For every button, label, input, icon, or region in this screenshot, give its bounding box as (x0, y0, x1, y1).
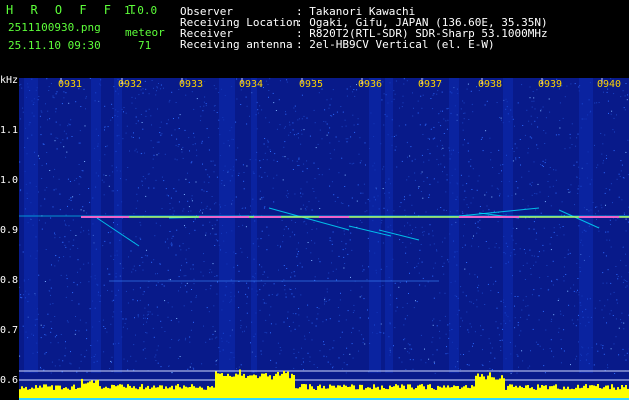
spectrogram-panel (19, 78, 629, 400)
x-tick-label: 0938 (478, 79, 503, 90)
antenna-value: : 2el-HB9CV Vertical (el. E-W) (296, 38, 495, 51)
x-tick-label: 0936 (358, 79, 383, 90)
x-tick-label: 0934 (239, 79, 264, 90)
x-tick-label: 0939 (538, 79, 563, 90)
x-tick-label: 0940 (597, 79, 622, 90)
x-tick-label: 0932 (118, 79, 143, 90)
header-panel: H R O F F T 1.0.0 2511100930.png 25.11.1… (0, 0, 629, 74)
app-brand: H R O F F T (6, 3, 141, 17)
date-time: 25.11.10 09:30 (8, 39, 101, 52)
y-tick-label: 1.0 (0, 175, 19, 186)
time-bands (24, 78, 593, 373)
meteor-label: meteor (125, 26, 165, 39)
y-tick-label: 0.7 (0, 325, 19, 336)
y-tick-label: 0.6 (0, 375, 19, 386)
file-name: 2511100930.png (8, 21, 101, 34)
antenna-label: Receiving antenna (180, 38, 293, 51)
y-axis-unit: kHz (0, 75, 19, 86)
x-tick-label: 0937 (418, 79, 443, 90)
x-tick-marks (60, 78, 603, 84)
x-tick-label: 0935 (299, 79, 324, 90)
meteor-trace (268, 207, 350, 231)
x-tick-label: 0931 (58, 79, 83, 90)
app-version: 1.0.0 (124, 4, 158, 17)
x-tick-label: 0933 (179, 79, 204, 90)
meteor-trace (458, 207, 540, 217)
noise-layer (19, 78, 629, 374)
signal-strength-strip (19, 369, 629, 400)
spectrogram-canvas (19, 78, 629, 400)
y-tick-label: 1.1 (0, 125, 19, 136)
y-tick-label: 0.9 (0, 225, 19, 236)
y-tick-label: 0.8 (0, 275, 19, 286)
carrier-layer (19, 215, 629, 218)
meteor-count: 71 (138, 39, 152, 52)
